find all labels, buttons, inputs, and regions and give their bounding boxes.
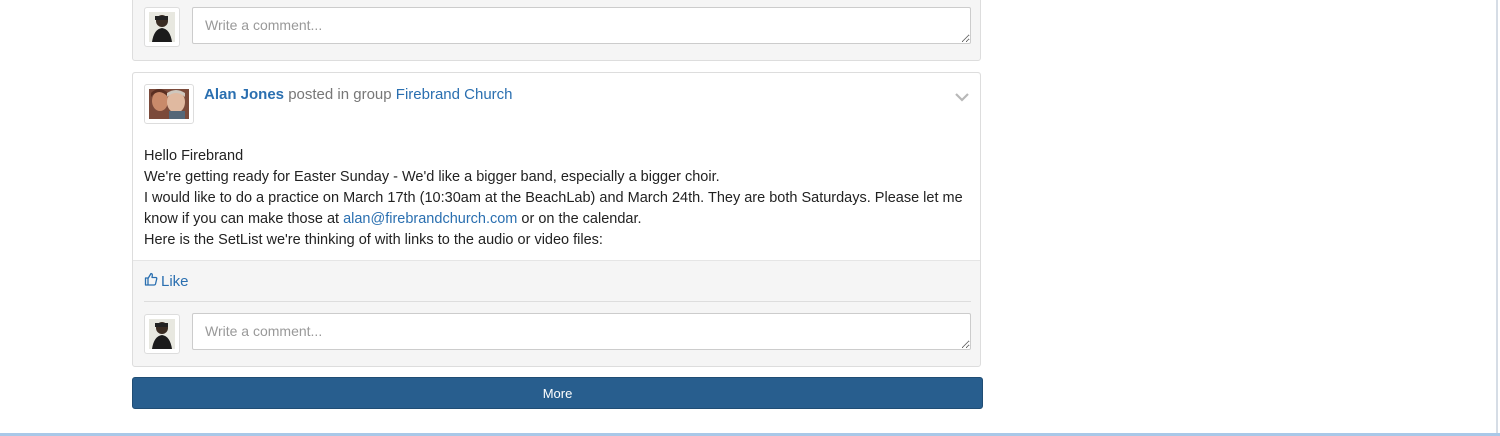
post-header: Alan Jones posted in group Firebrand Chu…	[204, 86, 513, 103]
chevron-down-icon[interactable]	[955, 89, 969, 105]
author-link[interactable]: Alan Jones	[204, 86, 284, 103]
comment-input[interactable]	[192, 313, 971, 350]
divider	[144, 301, 971, 302]
right-border	[1496, 0, 1498, 436]
like-label: Like	[161, 272, 189, 290]
previous-post-comment-panel	[132, 0, 981, 61]
post-line-2-end: or on the calendar.	[517, 211, 642, 227]
post-line-1: We're getting ready for Easter Sunday - …	[144, 169, 720, 185]
more-button-label: More	[542, 385, 573, 401]
like-button[interactable]: Like	[144, 272, 189, 290]
user-photo	[149, 319, 175, 349]
more-button[interactable]: More	[132, 377, 983, 409]
post-line-3: Here is the SetList we're thinking of wi…	[144, 232, 603, 248]
current-user-avatar	[144, 7, 180, 47]
post-line-greeting: Hello Firebrand	[144, 148, 244, 164]
thumbs-up-icon	[144, 272, 158, 290]
author-avatar[interactable]	[144, 84, 194, 124]
current-user-avatar	[144, 314, 180, 354]
post-body: Alan Jones posted in group Firebrand Chu…	[133, 73, 980, 261]
user-photo	[149, 12, 175, 42]
group-link[interactable]: Firebrand Church	[396, 86, 513, 103]
post-verb: posted in group	[288, 86, 392, 103]
author-photo	[149, 89, 189, 119]
comment-input[interactable]	[192, 7, 971, 44]
post-text: Hello Firebrand We're getting ready for …	[144, 146, 964, 251]
email-link[interactable]: alan@firebrandchurch.com	[343, 211, 517, 227]
post-card: Alan Jones posted in group Firebrand Chu…	[132, 72, 981, 367]
post-line-2: I would like to do a practice on March 1…	[144, 188, 964, 230]
